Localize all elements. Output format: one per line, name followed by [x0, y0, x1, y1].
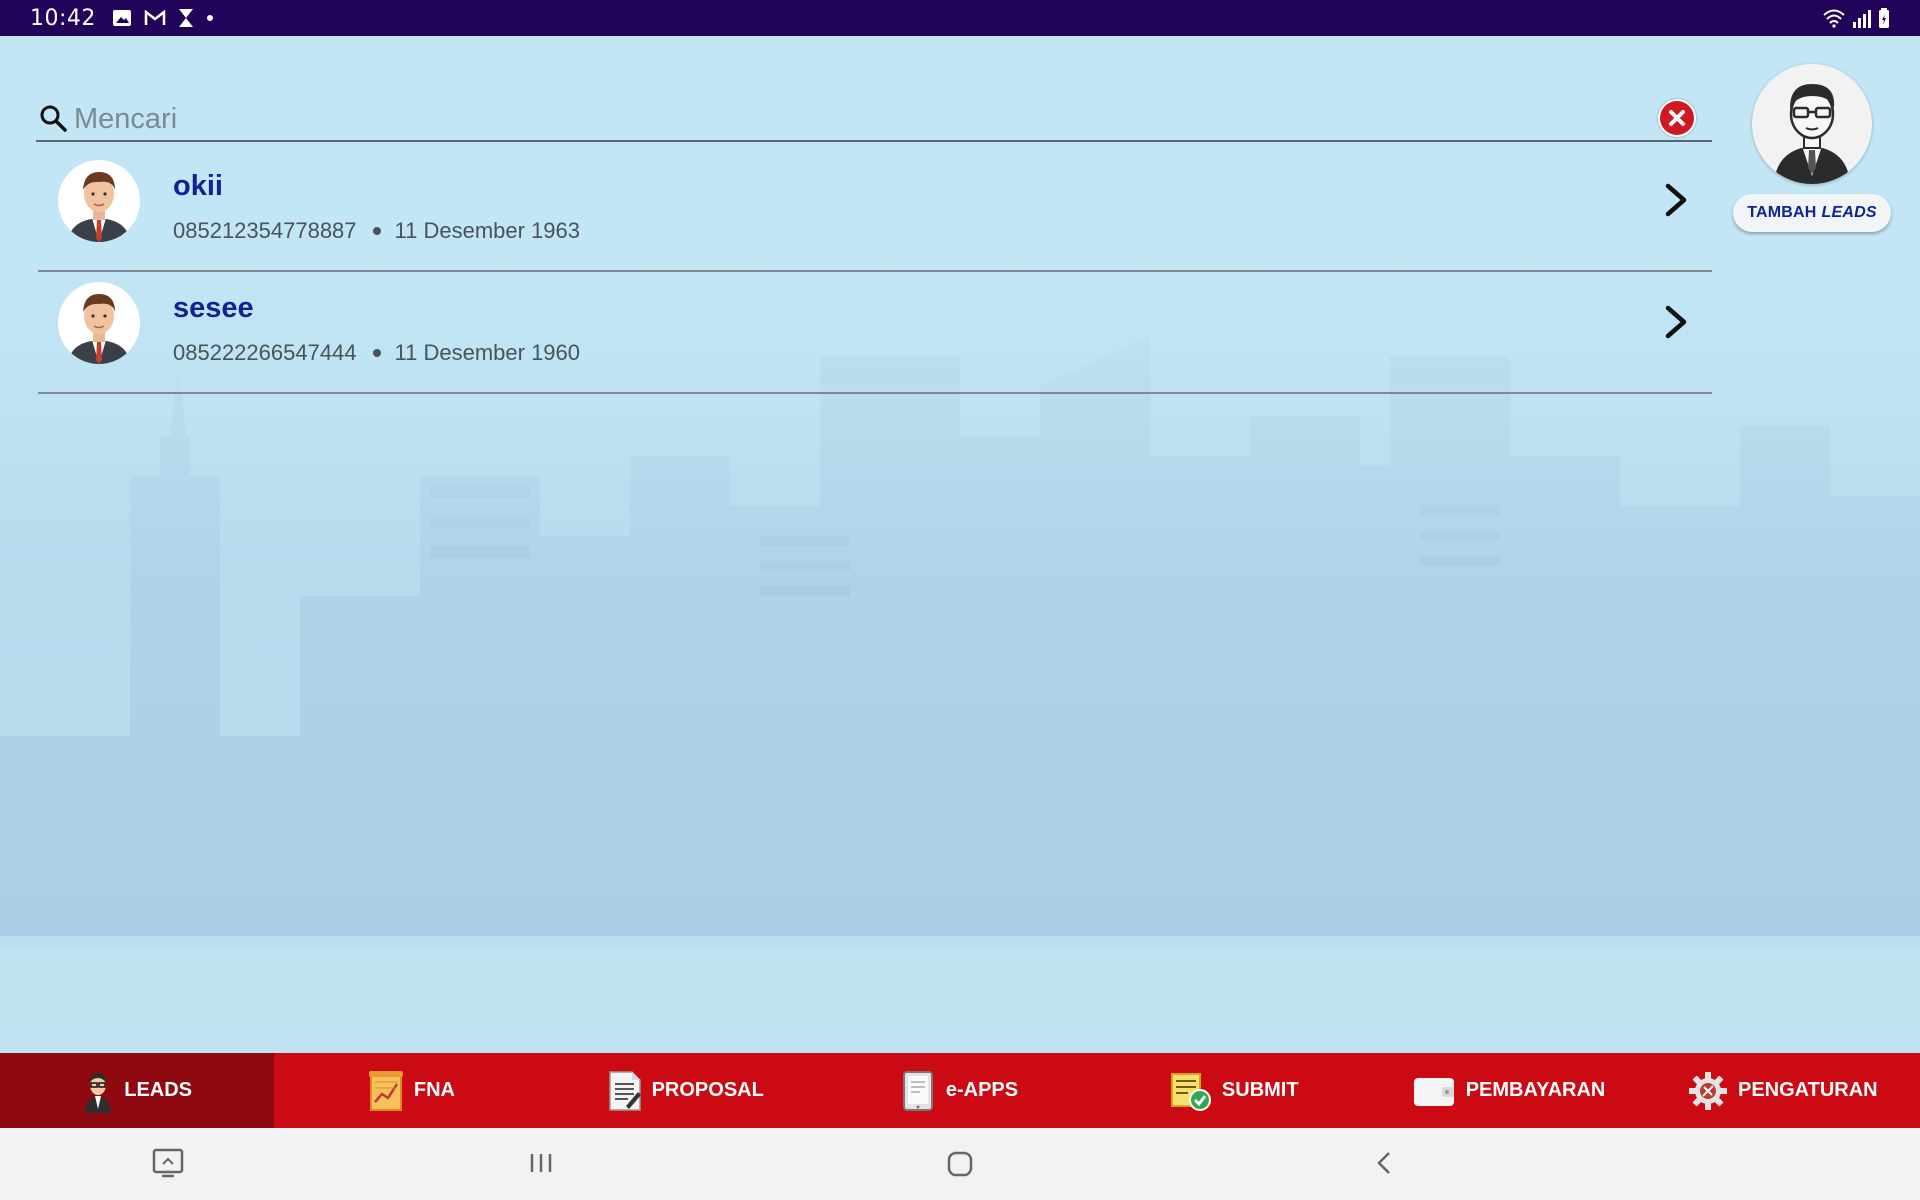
home-icon[interactable] [946, 1148, 974, 1178]
agent-icon [85, 1072, 112, 1113]
signal-icon [1853, 10, 1871, 28]
battery-icon [1879, 8, 1889, 28]
nav-leads[interactable]: LEADS [0, 1053, 275, 1128]
nav-pengaturan[interactable]: PENGATURAN [1646, 1053, 1920, 1128]
recent-apps-icon[interactable] [528, 1148, 554, 1178]
lead-row[interactable]: okii 085212354778887 11 Desember 1963 [38, 150, 1712, 272]
nav-proposal[interactable]: PROPOSAL [549, 1053, 823, 1128]
man-avatar-icon [68, 294, 130, 364]
lead-meta: 085212354778887 11 Desember 1963 [173, 218, 580, 244]
add-leads-avatar[interactable] [1752, 64, 1872, 184]
add-leads-text-italic: LEADS [1821, 204, 1877, 221]
nav-label: SUBMIT [1221, 1079, 1299, 1101]
document-icon [608, 1070, 641, 1111]
lead-phone: 085222266547444 [173, 340, 357, 365]
nav-label: LEADS [124, 1079, 193, 1101]
clear-search-button[interactable] [1658, 99, 1696, 137]
nav-label: PEMBAYARAN [1465, 1079, 1606, 1101]
lead-meta: 085222266547444 11 Desember 1960 [173, 340, 580, 366]
lead-phone: 085212354778887 [173, 218, 357, 243]
search-icon [40, 105, 67, 132]
hourglass-icon [178, 9, 193, 27]
close-icon [1669, 110, 1685, 126]
dot-icon [206, 15, 213, 21]
tablet-icon [902, 1070, 933, 1111]
nav-label: PROPOSAL [651, 1079, 764, 1101]
add-leads-button[interactable]: TAMBAH LEADS [1733, 64, 1893, 232]
lead-birthdate: 11 Desember 1960 [394, 340, 581, 365]
add-leads-text: TAMBAH [1747, 204, 1817, 221]
wallet-icon [1413, 1077, 1454, 1106]
nav-label: PENGATURAN [1738, 1079, 1878, 1101]
nav-eapps[interactable]: e-APPS [823, 1053, 1097, 1128]
back-icon[interactable] [1372, 1148, 1396, 1178]
wifi-icon [1823, 9, 1845, 28]
agent-avatar-icon [1774, 84, 1850, 184]
system-navigation-bar [0, 1128, 1920, 1200]
lead-name: sesee [173, 292, 254, 324]
search-input[interactable] [74, 97, 1658, 141]
gear-icon [1689, 1071, 1727, 1110]
nav-pembayaran[interactable]: PEMBAYARAN [1371, 1053, 1645, 1128]
status-bar: 10:42 [0, 0, 1920, 36]
lead-name: okii [173, 170, 223, 202]
nav-label: FNA [413, 1079, 455, 1101]
chevron-right-icon[interactable] [1658, 180, 1694, 220]
chart-paper-icon [368, 1070, 403, 1111]
lead-birthdate: 11 Desember 1963 [394, 218, 581, 243]
clock: 10:42 [30, 5, 96, 31]
nav-fna[interactable]: FNA [274, 1053, 548, 1128]
search-bar [36, 90, 1712, 142]
chevron-right-icon[interactable] [1658, 302, 1694, 342]
lead-avatar [58, 282, 140, 364]
screenshot-icon[interactable] [152, 1148, 184, 1178]
nav-submit[interactable]: SUBMIT [1097, 1053, 1371, 1128]
checklist-icon [1170, 1072, 1211, 1111]
separator-dot [372, 349, 381, 357]
picture-icon [112, 10, 131, 26]
nav-label: e-APPS [945, 1079, 1019, 1101]
separator-dot [372, 227, 381, 235]
gmail-icon [144, 10, 166, 25]
bottom-nav: LEADS FNA PROPOSAL e-APPS SUBMIT PEMBAYA… [0, 1053, 1920, 1128]
leads-list: okii 085212354778887 11 Desember 1963 se… [38, 150, 1712, 394]
lead-avatar [58, 160, 140, 242]
add-leads-label[interactable]: TAMBAH LEADS [1733, 194, 1891, 232]
man-avatar-icon [68, 172, 130, 242]
lead-row[interactable]: sesee 085222266547444 11 Desember 1960 [38, 272, 1712, 394]
